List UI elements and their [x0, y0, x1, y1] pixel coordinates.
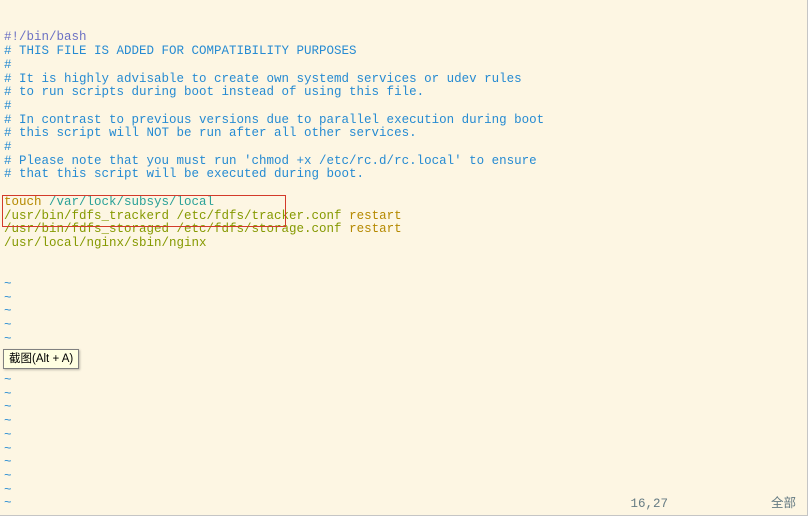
code-line[interactable]: # that this script will be executed duri…: [4, 168, 804, 182]
code-line[interactable]: touch /var/lock/subsys/local: [4, 196, 804, 210]
code-line[interactable]: # this script will NOT be run after all …: [4, 127, 804, 141]
code-line[interactable]: # THIS FILE IS ADDED FOR COMPATIBILITY P…: [4, 45, 804, 59]
code-line[interactable]: # It is highly advisable to create own s…: [4, 73, 804, 87]
empty-line-tilde: ~: [4, 388, 804, 402]
cursor-position: 16,27: [630, 498, 668, 512]
code-line[interactable]: #!/bin/bash: [4, 31, 804, 45]
code-segment: [4, 181, 12, 195]
code-segment: # this script will NOT be run after all …: [4, 126, 417, 140]
empty-line-tilde: ~: [4, 319, 804, 333]
code-segment: /usr/local/nginx/sbin/nginx: [4, 236, 207, 250]
code-segment: [42, 195, 50, 209]
code-line[interactable]: /usr/bin/fdfs_storaged /etc/fdfs/storage…: [4, 223, 804, 237]
code-segment: #: [4, 99, 12, 113]
empty-line-tilde: ~: [4, 456, 804, 470]
code-segment: # In contrast to previous versions due t…: [4, 113, 544, 127]
empty-line-tilde: ~: [4, 401, 804, 415]
code-segment: # THIS FILE IS ADDED FOR COMPATIBILITY P…: [4, 44, 357, 58]
tooltip-text: 截图(Alt + A): [9, 353, 73, 365]
empty-line-tilde: ~: [4, 484, 804, 498]
code-segment: #: [4, 58, 12, 72]
empty-line-tilde: ~: [4, 429, 804, 443]
code-segment: # to run scripts during boot instead of …: [4, 85, 424, 99]
empty-line-tilde: ~: [4, 360, 804, 374]
code-line[interactable]: # Please note that you must run 'chmod +…: [4, 155, 804, 169]
code-segment: # that this script will be executed duri…: [4, 167, 364, 181]
empty-line-tilde: ~: [4, 415, 804, 429]
code-line[interactable]: #: [4, 100, 804, 114]
code-segment: touch: [4, 195, 42, 209]
code-segment: /var/lock/subsys/local: [49, 195, 214, 209]
empty-line-tilde: ~: [4, 347, 804, 361]
code-line[interactable]: #: [4, 59, 804, 73]
code-line[interactable]: /usr/local/nginx/sbin/nginx: [4, 237, 804, 251]
code-line[interactable]: [4, 182, 804, 196]
code-line[interactable]: # to run scripts during boot instead of …: [4, 86, 804, 100]
status-bar: 16,27 全部: [0, 498, 808, 512]
code-line[interactable]: #: [4, 141, 804, 155]
editor-viewport[interactable]: #!/bin/bash# THIS FILE IS ADDED FOR COMP…: [0, 0, 808, 516]
code-segment: [342, 222, 350, 236]
screenshot-tooltip: 截图(Alt + A): [3, 349, 79, 369]
code-segment: [342, 209, 350, 223]
empty-line-tilde: ~: [4, 443, 804, 457]
empty-line-tilde: ~: [4, 278, 804, 292]
empty-line-tilde: ~: [4, 333, 804, 347]
code-segment: # It is highly advisable to create own s…: [4, 72, 522, 86]
empty-line-tilde: ~: [4, 374, 804, 388]
scroll-indicator: 全部: [771, 498, 796, 512]
code-segment: #: [4, 140, 12, 154]
empty-line-tilde: ~: [4, 292, 804, 306]
code-segment: restart: [349, 209, 402, 223]
empty-line-tilde: ~: [4, 305, 804, 319]
code-segment: # Please note that you must run 'chmod +…: [4, 154, 537, 168]
code-segment: /usr/bin/fdfs_storaged /etc/fdfs/storage…: [4, 222, 342, 236]
code-line[interactable]: /usr/bin/fdfs_trackerd /etc/fdfs/tracker…: [4, 210, 804, 224]
code-segment: /usr/bin/fdfs_trackerd /etc/fdfs/tracker…: [4, 209, 342, 223]
code-segment: #!/bin/bash: [4, 30, 87, 44]
code-segment: restart: [349, 222, 402, 236]
empty-line-tilde: ~: [4, 470, 804, 484]
code-line[interactable]: # In contrast to previous versions due t…: [4, 114, 804, 128]
